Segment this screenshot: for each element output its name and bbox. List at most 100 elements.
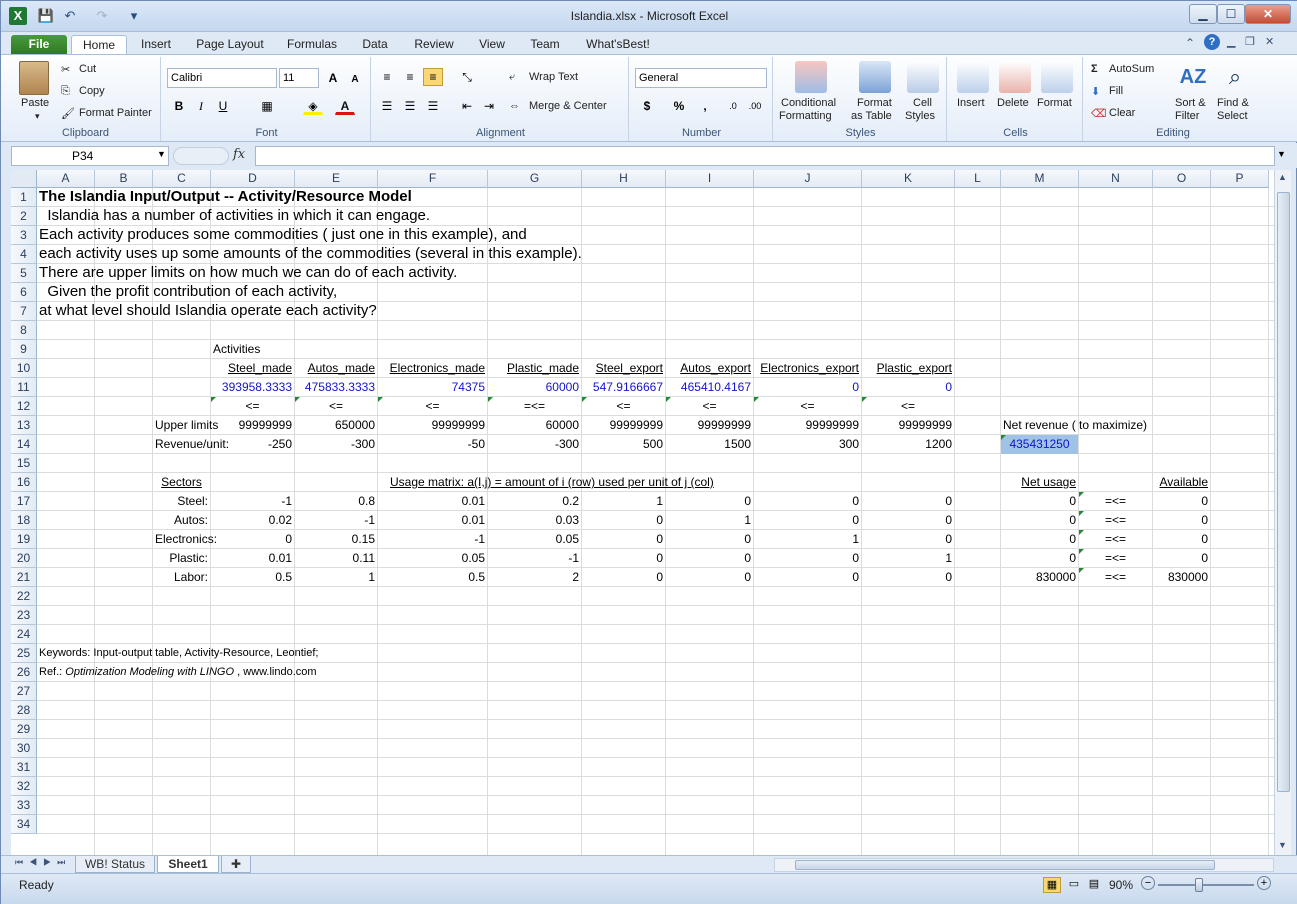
- minimize-ribbon-icon[interactable]: ⌃: [1185, 36, 1195, 50]
- row-header-32[interactable]: 32: [11, 777, 37, 796]
- tab-team[interactable]: Team: [523, 35, 567, 54]
- align-top-icon[interactable]: ≡: [377, 68, 397, 86]
- revenue-unit-1[interactable]: -300: [297, 435, 375, 454]
- usage-coef[interactable]: 0: [756, 511, 859, 530]
- format-as-table-icon[interactable]: [859, 61, 891, 93]
- usage-coef[interactable]: 1: [668, 511, 751, 530]
- worksheet-grid[interactable]: ABCDEFGHIJKLMNOP 1 2 3 4 5 6 7 8 9 10 11 12 13 14 15 16…: [11, 170, 1274, 855]
- minimize-button[interactable]: ▁: [1189, 4, 1217, 24]
- page-break-view-icon[interactable]: ▤: [1085, 877, 1103, 893]
- usage-coef[interactable]: 0.15: [297, 530, 375, 549]
- autosum-button[interactable]: AutoSum: [1109, 63, 1154, 75]
- column-header-i[interactable]: I: [666, 170, 754, 188]
- paste-button[interactable]: Paste: [21, 97, 49, 109]
- activity-header-3[interactable]: Plastic_made: [490, 359, 579, 378]
- increase-decimal-icon[interactable]: .0: [723, 97, 743, 115]
- available-value[interactable]: 0: [1155, 492, 1208, 511]
- sort-filter-icon[interactable]: AZ: [1177, 61, 1209, 93]
- row-header-18[interactable]: 18: [11, 511, 37, 530]
- usage-coef[interactable]: 0: [756, 492, 859, 511]
- revenue-unit-6[interactable]: 300: [756, 435, 859, 454]
- row-header-21[interactable]: 21: [11, 568, 37, 587]
- format-painter-button[interactable]: Format Painter: [79, 107, 152, 119]
- sheet-nav-icons[interactable]: ⏮◀▶⏭: [15, 857, 71, 868]
- activity-op-4[interactable]: <=: [584, 397, 663, 416]
- activities-label[interactable]: Activities: [213, 340, 292, 359]
- net-usage-value[interactable]: 0: [1003, 511, 1076, 530]
- tab-home[interactable]: Home: [71, 35, 127, 56]
- usage-coef[interactable]: 0.5: [213, 568, 292, 587]
- net-usage-value[interactable]: 0: [1003, 530, 1076, 549]
- bold-button[interactable]: B: [169, 97, 189, 115]
- close-button[interactable]: ✕: [1245, 4, 1291, 24]
- activity-op-1[interactable]: <=: [297, 397, 375, 416]
- formula-input[interactable]: [255, 146, 1275, 166]
- revenue-unit-5[interactable]: 1500: [668, 435, 751, 454]
- row-header-27[interactable]: 27: [11, 682, 37, 701]
- clear-button[interactable]: Clear: [1109, 107, 1135, 119]
- merge-center-icon[interactable]: ⇔: [509, 100, 520, 112]
- sector-name[interactable]: Plastic:: [155, 549, 208, 568]
- row-header-22[interactable]: 22: [11, 587, 37, 606]
- usage-coef[interactable]: -1: [380, 530, 485, 549]
- wrap-text-icon[interactable]: ⤶: [509, 71, 515, 84]
- row-header-4[interactable]: 4: [11, 245, 37, 264]
- usage-coef[interactable]: 1: [756, 530, 859, 549]
- orientation-icon[interactable]: ⤡: [457, 68, 477, 86]
- usage-coef[interactable]: 0.03: [490, 511, 579, 530]
- sector-name[interactable]: Electronics:: [155, 530, 217, 549]
- sheet-tab-wb-status[interactable]: WB! Status: [75, 856, 155, 873]
- upper-limits-label[interactable]: Upper limits: [155, 416, 218, 435]
- revenue-unit-3[interactable]: -300: [490, 435, 579, 454]
- usage-coef[interactable]: 0.2: [490, 492, 579, 511]
- zoom-level[interactable]: 90%: [1109, 878, 1133, 892]
- row-header-29[interactable]: 29: [11, 720, 37, 739]
- row-header-15[interactable]: 15: [11, 454, 37, 473]
- activity-op-6[interactable]: <=: [756, 397, 859, 416]
- upper-limit-6[interactable]: 99999999: [756, 416, 859, 435]
- usage-coef[interactable]: 0: [584, 530, 663, 549]
- usage-coef[interactable]: 0: [668, 530, 751, 549]
- activity-level-4[interactable]: 547.9166667: [584, 378, 663, 397]
- row-header-1[interactable]: 1: [11, 188, 37, 207]
- upper-limit-2[interactable]: 99999999: [380, 416, 485, 435]
- usage-coef[interactable]: 0: [584, 511, 663, 530]
- activity-header-7[interactable]: Plastic_export: [864, 359, 952, 378]
- usage-coef[interactable]: 0: [668, 549, 751, 568]
- usage-coef[interactable]: 1: [297, 568, 375, 587]
- expand-formula-bar-icon[interactable]: ▼: [1277, 149, 1286, 159]
- sectors-label[interactable]: Sectors: [155, 473, 208, 492]
- net-usage-value[interactable]: 830000: [1003, 568, 1076, 587]
- percent-button[interactable]: %: [669, 97, 689, 115]
- activity-level-0[interactable]: 393958.3333: [213, 378, 292, 397]
- sector-name[interactable]: Autos:: [155, 511, 208, 530]
- usage-coef[interactable]: 1: [584, 492, 663, 511]
- format-as-table-button[interactable]: Format: [857, 97, 892, 109]
- scroll-up-icon[interactable]: ▲: [1278, 172, 1287, 182]
- row-header-3[interactable]: 3: [11, 226, 37, 245]
- underline-button[interactable]: U: [213, 97, 233, 115]
- usage-coef[interactable]: -1: [490, 549, 579, 568]
- shrink-font-icon[interactable]: A: [345, 71, 365, 89]
- workbook-minimize-icon[interactable]: ▁: [1227, 35, 1235, 48]
- constraint-op[interactable]: =<=: [1081, 530, 1150, 549]
- cut-button[interactable]: Cut: [79, 63, 96, 75]
- row-header-10[interactable]: 10: [11, 359, 37, 378]
- usage-coef[interactable]: 0.11: [297, 549, 375, 568]
- row-header-28[interactable]: 28: [11, 701, 37, 720]
- zoom-slider-knob[interactable]: [1195, 878, 1203, 892]
- usage-coef[interactable]: 0: [584, 568, 663, 587]
- zoom-slider[interactable]: [1158, 884, 1254, 886]
- vertical-scroll-thumb[interactable]: [1277, 192, 1290, 792]
- decrease-decimal-icon[interactable]: .00: [745, 97, 765, 115]
- activity-level-6[interactable]: 0: [756, 378, 859, 397]
- row-header-26[interactable]: 26: [11, 663, 37, 682]
- usage-coef[interactable]: 0: [213, 530, 292, 549]
- workbook-restore-icon[interactable]: ❐: [1245, 35, 1255, 48]
- align-right-icon[interactable]: ☰: [423, 97, 443, 115]
- usage-coef[interactable]: 0: [584, 549, 663, 568]
- row-header-13[interactable]: 13: [11, 416, 37, 435]
- upper-limit-5[interactable]: 99999999: [668, 416, 751, 435]
- revenue-unit-2[interactable]: -50: [380, 435, 485, 454]
- activity-header-6[interactable]: Electronics_export: [756, 359, 859, 378]
